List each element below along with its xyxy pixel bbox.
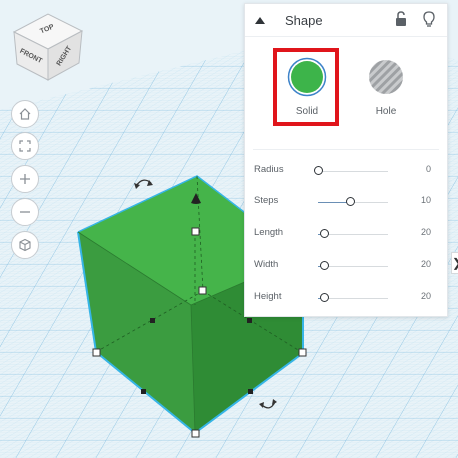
param-label: Length [254,227,284,238]
view-cube[interactable]: TOP FRONT RIGHT [0,0,95,82]
zoom-in-button[interactable] [11,165,39,193]
param-value[interactable]: 0 [426,164,431,174]
param-value[interactable]: 20 [421,291,431,301]
cube-icon [19,238,31,252]
fit-view-icon [19,140,31,152]
param-slider-track[interactable] [318,171,388,172]
panel-divider [253,149,439,150]
param-slider-knob[interactable] [346,197,355,206]
param-slider-knob[interactable] [320,261,329,270]
param-slider-knob[interactable] [320,293,329,302]
ortho-view-button[interactable] [11,231,39,259]
param-label: Steps [254,195,279,206]
plus-icon [20,174,30,184]
param-value[interactable]: 20 [421,259,431,269]
param-row-width: Width 20 [245,256,447,276]
solid-highlight-box [273,48,339,126]
shape-panel-title: Shape [285,13,323,28]
param-label: Radius [254,164,284,175]
param-label: Width [254,259,279,270]
lightbulb-icon[interactable] [421,10,437,28]
panel-expand-arrow[interactable]: ❯ [451,252,458,274]
collapse-triangle-icon[interactable] [253,14,267,26]
unlock-icon[interactable] [393,10,409,28]
param-row-steps: Steps 10 [245,192,447,212]
shape-panel-header: Shape [245,4,447,37]
param-slider-knob[interactable] [314,166,323,175]
param-row-height: Height 20 [245,288,447,308]
zoom-out-button[interactable] [11,198,39,226]
param-label: Height [254,291,282,302]
hole-swatch-icon [369,60,403,94]
home-icon [19,108,31,120]
home-view-button[interactable] [11,100,39,128]
param-value[interactable]: 10 [421,195,431,205]
param-value[interactable]: 20 [421,227,431,237]
hole-option[interactable]: Hole [356,57,416,117]
hole-label: Hole [375,106,397,117]
param-slider-knob[interactable] [320,229,329,238]
shape-panel: Shape Solid Hole Radius 0 Steps 10 Lengt… [244,3,448,317]
minus-icon [20,211,30,213]
param-row-radius: Radius 0 [245,161,447,181]
param-row-length: Length 20 [245,224,447,244]
fit-view-button[interactable] [11,132,39,160]
